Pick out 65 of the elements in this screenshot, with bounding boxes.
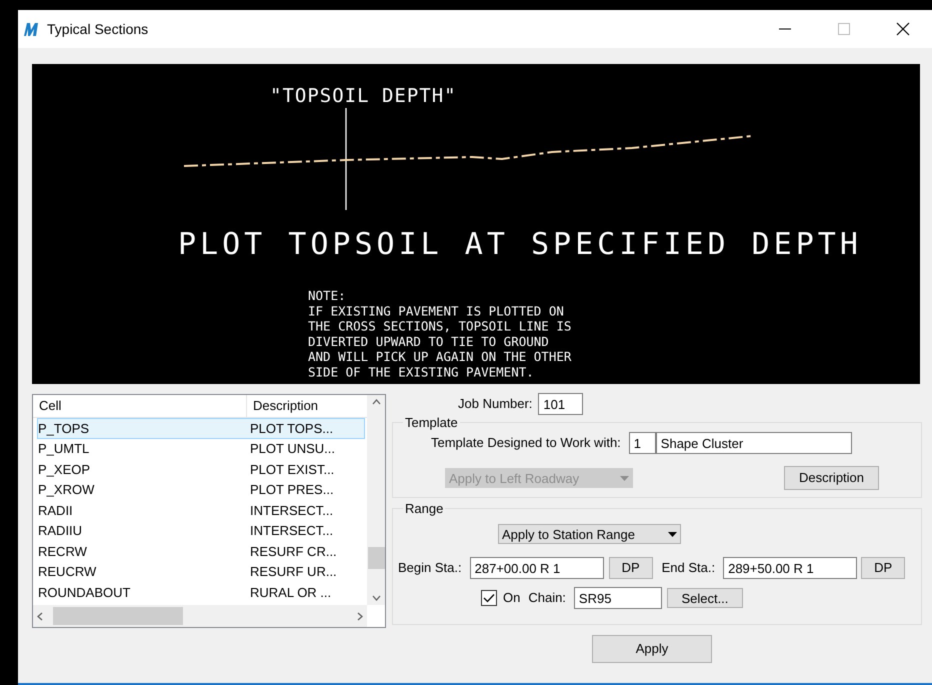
vertical-scrollbar[interactable] [367,395,385,605]
caret-icon [620,476,629,480]
text-field[interactable]: 1 [628,432,656,454]
window-title: Typical Sections [47,20,148,39]
text-field[interactable]: SR95 [574,587,662,609]
cell-name: REUCRW [38,563,98,581]
button[interactable]: DP [861,557,906,579]
list-row[interactable]: P_XEOP PLOT EXIST... [37,459,365,480]
field-label: Job Number: [458,395,532,414]
list-row[interactable]: P_UMTL PLOT UNSU... [37,438,365,459]
field-label: Chain: [528,589,566,608]
list-row[interactable]: P_XROW PLOT PRES... [37,480,365,500]
field-label: End Sta.: [662,559,716,578]
checkbox-label[interactable]: On [503,588,520,608]
text-field[interactable]: 287+00.00 R 1 [470,557,604,579]
checkbox[interactable] [481,590,497,606]
drawing-note: NOTE: IF EXISTING PAVEMENT IS PLOTTED ON THE CROSS SECTIONS, TOPSOIL LINE IS DIVERTED UPWARD TO TIE TO GROUND AND WILL PICK UP AGAIN ON THE OTHER SIDE OF THE EXISTING PAVEMENT. [308,288,572,380]
scroll-left-icon[interactable] [37,612,43,620]
scroll-up-icon[interactable] [372,399,380,405]
list-row[interactable]: P_TOPS PLOT TOPS... [37,418,365,438]
close-icon[interactable] [896,22,910,36]
field-label: Begin Sta.: [398,559,462,578]
cell-name: RADII [38,502,74,520]
cell-description: PLOT PRES... [250,481,334,499]
scroll-right-icon[interactable] [357,612,363,620]
cell-description: INTERSECT... [250,522,334,540]
list-row[interactable]: RADIIU INTERSECT... [37,520,365,541]
horizontal-scrollbar[interactable] [33,605,367,627]
drawing-heading: PLOT TOPSOIL AT SPECIFIED DEPTH [178,227,862,262]
cell-description: PLOT TOPS... [250,420,334,438]
field-label: Template Designed to Work with: [431,434,621,452]
cell-description: PLOT EXIST... [250,460,334,478]
dropdown[interactable]: Apply to Station Range [498,524,681,544]
cell-name: P_UMTL [38,440,90,458]
column-header[interactable]: Cell [33,395,247,417]
text-field[interactable]: 289+50.00 R 1 [723,557,858,579]
cell-name: P_TOPS [38,420,90,438]
column-header[interactable]: Description [247,395,367,417]
cell-name: P_XEOP [38,460,92,479]
cell-description: RESURF CR... [250,542,337,560]
button[interactable]: Select... [666,588,743,608]
scroll-thumb[interactable] [368,547,384,569]
text-field[interactable]: Shape Cluster [656,432,852,454]
cell-description: RESURF UR... [250,563,337,581]
app-logo-icon [23,21,41,37]
cell-name: ROUNDABOUT [38,584,132,602]
button[interactable]: Description [784,466,879,490]
button[interactable]: DP [608,557,653,579]
list-row[interactable]: RADII INTERSECT... [37,500,365,520]
cell-description: PLOT UNSU... [250,440,336,458]
drawing-label: "TOPSOIL DEPTH" [270,85,457,107]
list-row[interactable]: REUCRW RESURF UR... [37,562,365,582]
scroll-thumb[interactable] [53,607,183,625]
list-row[interactable]: ROUNDABOUT RURAL OR ... [37,582,365,602]
scroll-down-icon[interactable] [372,595,380,601]
caret-icon [668,532,677,536]
list-row[interactable]: RECRW RESURF CR... [37,541,365,562]
text-field[interactable]: 101 [538,393,584,415]
cell-description: INTERSECT... [250,502,334,520]
checkmark-icon [483,593,495,603]
button[interactable]: Apply [592,635,712,663]
cell-name: RADIIU [38,522,84,540]
cell-name: RECRW [38,542,88,560]
cell-name: P_XROW [38,481,96,499]
cell-description: RURAL OR ... [250,584,332,602]
